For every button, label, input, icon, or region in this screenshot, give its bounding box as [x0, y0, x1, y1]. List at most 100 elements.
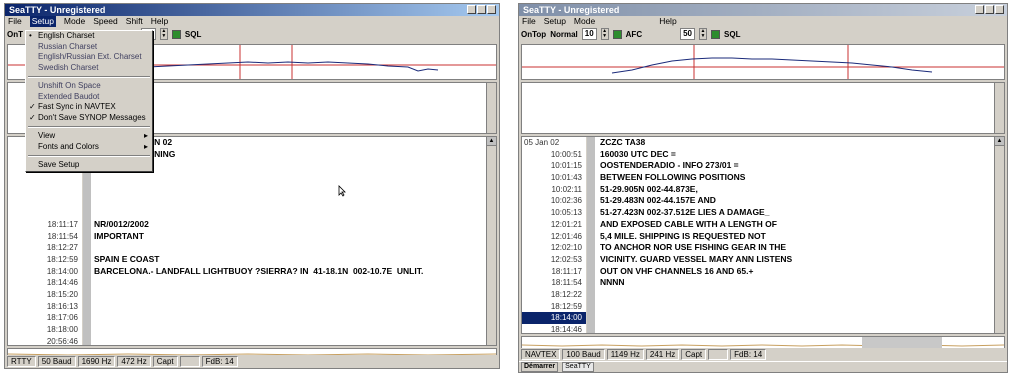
menu-item-view[interactable]: View ▸ — [26, 131, 152, 142]
menu-setup[interactable]: Setup — [544, 16, 566, 27]
time-stamp: 18:11:17 — [551, 266, 582, 276]
maximize-icon[interactable] — [477, 5, 486, 14]
menu-item-swedish-charset[interactable]: Swedish Charset — [26, 63, 152, 74]
status-freq: 1149 Hz — [606, 349, 644, 360]
message-line: 51-27.423N 002-37.512E LIES A DAMAGE_ — [600, 207, 770, 218]
scroll-up-icon[interactable]: ▲ — [487, 137, 496, 146]
close-icon[interactable] — [995, 5, 1004, 14]
spectrum-line — [611, 57, 933, 74]
message-pane[interactable]: 05 Jan 02 10:00:51 10:01:15 10:01:43 10:02:1… — [521, 136, 1005, 334]
message-line — [94, 172, 423, 184]
time-stamp: 18:12:27 — [46, 243, 78, 253]
menu-item-unshift-on-space[interactable]: Unshift On Space — [26, 81, 152, 92]
submenu-arrow-icon: ▸ — [143, 141, 148, 151]
time-stamp: 18:11:54 — [47, 231, 78, 241]
time-stamp: 18:14:00 — [46, 266, 78, 276]
close-icon[interactable] — [487, 5, 496, 14]
message-scrollbar[interactable]: ▲ — [486, 137, 496, 345]
waterfall-scrollbar[interactable] — [486, 83, 496, 133]
message-line: 51-29.483N 002-44.157E AND — [600, 195, 716, 206]
message-line — [94, 277, 423, 289]
message-line — [94, 195, 423, 207]
taskbar-seatty[interactable]: SeaTTY — [562, 362, 594, 372]
message-line — [600, 301, 792, 313]
afc-spinner[interactable]: ▲ ▼ — [600, 28, 609, 40]
title-bar: SeaTTY - Unregistered — [5, 4, 499, 16]
start-button[interactable]: Démarrer — [521, 362, 559, 372]
message-line — [94, 336, 423, 345]
waterfall-pane[interactable] — [521, 82, 1005, 134]
status-capt: Capt — [152, 356, 178, 367]
message-line: BETWEEN FOLLOWING POSITIONS — [600, 172, 746, 183]
sql-label: SQL — [724, 29, 741, 39]
message-line — [600, 324, 792, 333]
sql-checkbox[interactable] — [711, 29, 721, 39]
menu-item-extended-baudot[interactable]: Extended Baudot — [26, 92, 152, 103]
message-line — [94, 301, 423, 313]
message-line: AND EXPOSED CABLE WITH A LENGTH OF — [600, 218, 777, 229]
message-line: 51-29.905N 002-44.873E, — [600, 183, 698, 194]
time-stamp — [8, 172, 82, 184]
menu-shift[interactable]: Shift — [126, 16, 143, 27]
message-line — [94, 207, 423, 219]
ontop-button[interactable]: OnT — [7, 30, 23, 39]
menu-blank — [603, 16, 651, 27]
afc-value-field[interactable]: 10 — [581, 28, 597, 40]
time-stamp: 12:01:21 — [550, 219, 582, 229]
setup-menu: • English Charset Russian Charset English… — [25, 30, 153, 172]
menu-item-save-setup[interactable]: Save Setup — [26, 160, 152, 171]
menu-item-fonts-colors[interactable]: Fonts and Colors ▸ — [26, 142, 152, 153]
menu-item-russian-charset[interactable]: Russian Charset — [26, 42, 152, 53]
level-field[interactable]: 50 — [680, 28, 696, 40]
time-stamp: 18:14:46 — [46, 278, 78, 288]
menu-item-english-charset[interactable]: • English Charset — [26, 31, 152, 42]
message-line — [94, 242, 423, 254]
time-stamp: 12:01:46 — [550, 231, 582, 241]
menu-setup[interactable]: Setup — [29, 16, 56, 27]
menu-item-dont-save-synop[interactable]: ✓ Don't Save SYNOP Messages — [26, 113, 152, 124]
level-spinner[interactable]: ▲ ▼ — [159, 28, 168, 40]
scroll-up-icon[interactable]: ▲ — [995, 137, 1004, 146]
menu-help[interactable]: Help — [151, 16, 168, 27]
time-stamp: 18:17:06 — [46, 313, 78, 323]
menu-file[interactable]: File — [522, 16, 536, 27]
sql-label: SQL — [184, 29, 202, 39]
status-shift: 241 Hz — [645, 349, 680, 360]
message-line: OOSTENDERADIO - INFO 273/01 = — [600, 160, 739, 171]
time-stamp: 10:01:15 — [550, 161, 582, 171]
minimize-icon[interactable] — [975, 5, 984, 14]
menu-item-fast-sync[interactable]: ✓ Fast Sync in NAVTEX — [26, 102, 152, 113]
time-stamp: 10:05:13 — [550, 208, 582, 218]
menu-mode[interactable]: Mode — [64, 16, 85, 27]
level-spinner[interactable]: ▲ ▼ — [699, 28, 708, 40]
time-stamp: 18:12:59 — [46, 254, 78, 264]
message-line: 160030 UTC DEC = — [600, 148, 676, 159]
status-shift: 472 Hz — [117, 356, 151, 367]
status-bar: RTTY 50 Baud 1690 Hz 472 Hz Capt FdB: 14 — [5, 355, 499, 368]
waterfall-scrollbar[interactable] — [994, 83, 1004, 133]
time-stamp — [8, 195, 82, 207]
menu-file[interactable]: File — [8, 16, 22, 27]
message-line — [94, 184, 423, 196]
mode-select[interactable]: Normal — [550, 30, 578, 39]
status-bar: NAVTEX 100 Baud 1149 Hz 241 Hz Capt FdB:… — [519, 348, 1007, 361]
time-stamp: 18:12:22 — [550, 289, 582, 299]
spectrum-trace — [522, 45, 1004, 79]
minimize-icon[interactable] — [467, 5, 476, 14]
sql-checkbox[interactable] — [171, 29, 181, 39]
spectrum-scope[interactable] — [521, 44, 1005, 80]
message-line: NR/0012/2002 — [94, 218, 149, 229]
message-line: 5,4 MILE. SHIPPING IS REQUESTED NOT — [600, 230, 766, 241]
menu-mode[interactable]: Mode — [574, 16, 595, 27]
time-stamp: 10:02:36 — [550, 196, 582, 206]
message-scrollbar[interactable]: ▲ — [994, 137, 1004, 333]
toolbar: OnTop Normal 10 ▲ ▼ AFC 50 ▲ ▼ SQL — [519, 27, 1007, 41]
ontop-button[interactable]: OnTop — [521, 30, 546, 39]
menu-item-english-russian-charset[interactable]: English/Russian Ext. Charset — [26, 52, 152, 63]
menu-help[interactable]: Help — [659, 16, 676, 27]
maximize-icon[interactable] — [985, 5, 994, 14]
time-stamp — [8, 184, 82, 196]
afc-checkbox[interactable] — [612, 29, 622, 39]
status-baud: 50 Baud — [37, 356, 76, 367]
menu-speed[interactable]: Speed — [93, 16, 118, 27]
